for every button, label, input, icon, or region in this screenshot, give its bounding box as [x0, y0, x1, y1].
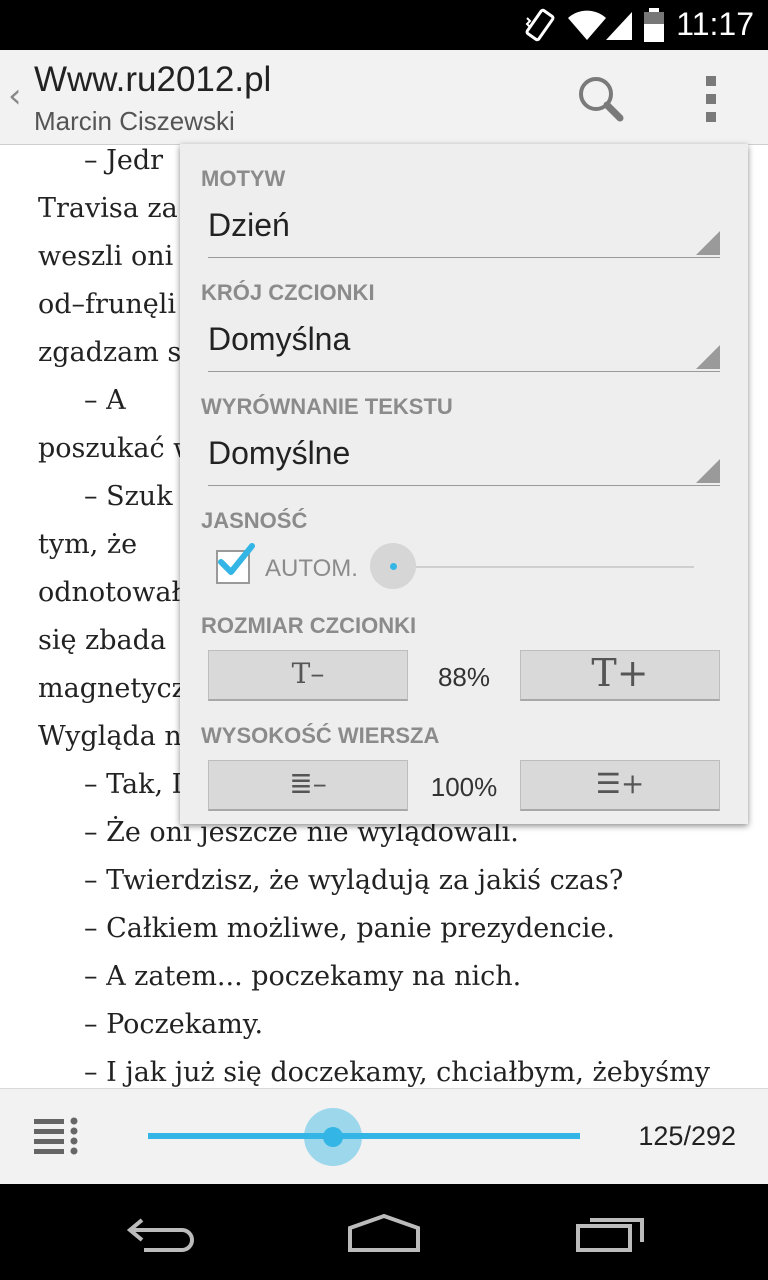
text-line: poszukać w: [38, 433, 197, 464]
page-counter: 125/292: [638, 1121, 736, 1151]
text-line: – A zatem... poczekamy na nich.: [84, 961, 522, 992]
signal-icon: [606, 12, 632, 40]
font-size-label: ROZMIAR CZCIONKI: [201, 613, 417, 638]
text-line: – Poczekamy.: [84, 1009, 264, 1040]
brightness-slider-track[interactable]: [394, 566, 694, 568]
text-line: Travisa za: [38, 193, 178, 224]
text-line: – Tak, I: [84, 769, 183, 800]
text-line: zgadzam s: [38, 337, 182, 368]
text-line: – Twierdzisz, że wylądują za jakiś czas?: [84, 865, 624, 896]
action-bar: ‹ Www.ru2012.pl Marcin Ciszewski: [0, 50, 768, 145]
reading-settings-popup: MOTYW Dzień KRÓJ CZCIONKI Domyślna WYRÓW…: [180, 144, 748, 824]
vibrate-icon: [525, 8, 555, 42]
brightness-slider-thumb[interactable]: [370, 543, 416, 589]
home-icon[interactable]: [346, 1210, 422, 1256]
text-align-label: WYRÓWNANIE TEKSTU: [201, 394, 453, 419]
text-line: – Szuk: [84, 481, 173, 512]
dropdown-arrow-icon: [696, 231, 720, 255]
auto-brightness-label: AUTOM.: [265, 555, 358, 582]
table-of-contents-icon[interactable]: [30, 1115, 82, 1159]
theme-value: Dzień: [208, 207, 290, 243]
text-line: – Jedr: [84, 145, 164, 176]
overflow-menu-icon[interactable]: [690, 68, 734, 128]
status-bar: 11:17: [0, 0, 768, 50]
font-size-decrease-icon: T–: [291, 657, 325, 690]
book-title[interactable]: Www.ru2012.pl: [34, 60, 271, 100]
text-line: – I jak już się doczekamy, chciałbym, że…: [84, 1057, 710, 1088]
wifi-icon: [568, 10, 606, 40]
checkmark-icon: [218, 543, 255, 575]
font-size-value: 88%: [437, 662, 491, 692]
theme-spinner[interactable]: Dzień: [208, 201, 720, 258]
auto-brightness-checkbox[interactable]: [216, 543, 255, 584]
text-line: się zbada: [38, 625, 167, 656]
battery-icon: [644, 8, 664, 42]
recents-icon[interactable]: [574, 1210, 648, 1256]
clock: 11:17: [676, 6, 754, 42]
line-height-decrease-button[interactable]: ≣–: [208, 760, 408, 811]
font-size-increase-icon: T+: [591, 651, 649, 695]
line-height-increase-icon: ☰+: [595, 767, 645, 800]
text-align-value: Domyślne: [208, 435, 351, 471]
font-face-label: KRÓJ CZCIONKI: [201, 280, 375, 305]
text-line: magnetycz: [38, 673, 186, 704]
page-progress-track[interactable]: [148, 1133, 580, 1139]
page-progress-thumb[interactable]: [303, 1108, 362, 1166]
font-face-spinner[interactable]: Domyślna: [208, 315, 720, 372]
dropdown-arrow-icon: [696, 345, 720, 369]
back-icon[interactable]: [124, 1210, 196, 1256]
text-line: Wygląda n: [38, 721, 182, 752]
line-height-value: 100%: [430, 772, 498, 802]
search-icon[interactable]: [568, 68, 632, 128]
text-line: od–frunęli: [38, 289, 176, 320]
theme-label: MOTYW: [201, 166, 286, 191]
text-line: weszli oni: [38, 241, 174, 272]
font-size-decrease-button[interactable]: T–: [208, 650, 408, 701]
system-nav-bar: [0, 1184, 768, 1280]
back-chevron-icon[interactable]: ‹: [8, 76, 22, 116]
text-line: – Całkiem możliwe, panie prezydencie.: [84, 913, 615, 944]
text-align-spinner[interactable]: Domyślne: [208, 429, 720, 486]
text-line: odnotował: [38, 577, 181, 608]
book-author: Marcin Ciszewski: [34, 106, 235, 136]
line-height-decrease-icon: ≣–: [289, 767, 327, 800]
line-height-increase-button[interactable]: ☰+: [520, 760, 720, 811]
font-size-increase-button[interactable]: T+: [520, 650, 720, 701]
reader-bottom-bar: 125/292: [0, 1088, 768, 1185]
brightness-label: JASNOŚĆ: [201, 508, 308, 533]
text-line: – A: [84, 385, 126, 416]
text-line: tym, że: [38, 529, 138, 560]
dropdown-arrow-icon: [696, 459, 720, 483]
font-face-value: Domyślna: [208, 321, 351, 357]
line-height-label: WYSOKOŚĆ WIERSZA: [201, 723, 440, 748]
